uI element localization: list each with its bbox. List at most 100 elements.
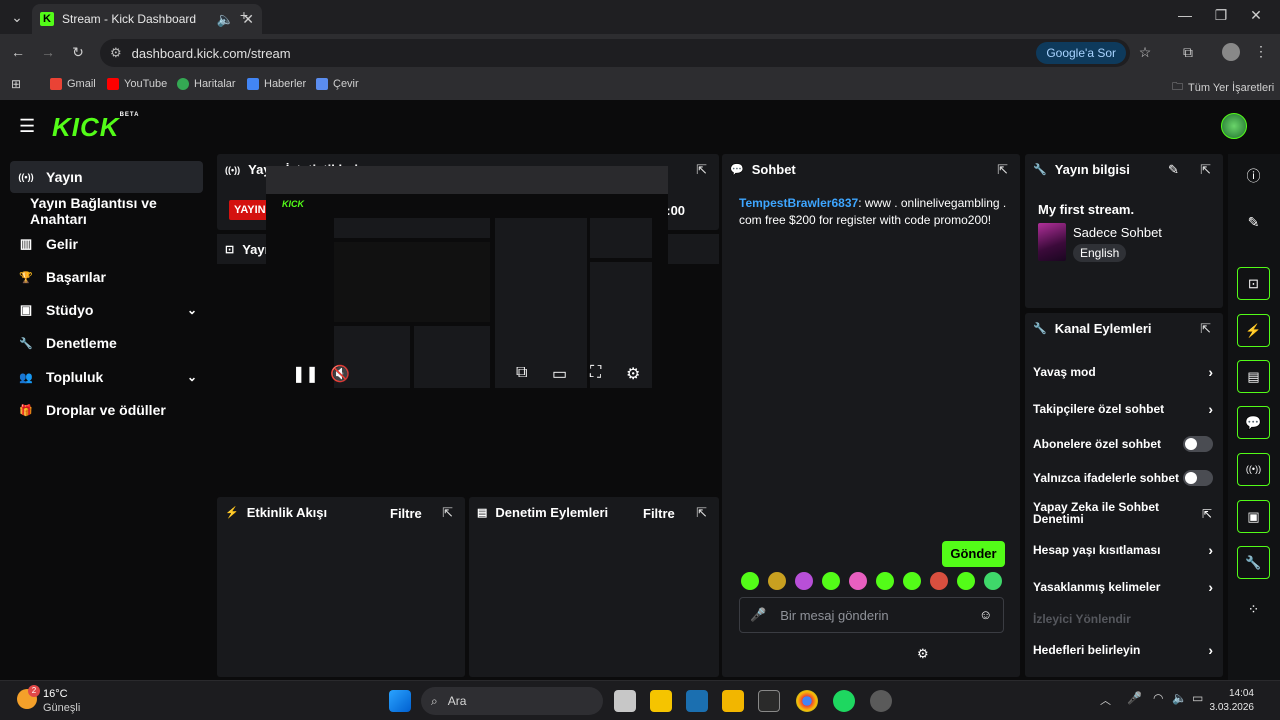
pause-icon[interactable]: ❚❚ [292,364,319,384]
sidebar-item-drops[interactable]: 🎁 Droplar ve ödüller [10,394,203,426]
steam-icon[interactable] [686,690,708,712]
task-view-icon[interactable] [614,690,636,712]
rail-activity-button[interactable]: ⚡ [1237,314,1270,347]
apps-grid-icon[interactable]: ⊞ [9,77,23,91]
action-goals[interactable]: Hedefleri belirleyin › [1033,642,1213,658]
emote-icon[interactable] [822,572,840,590]
bookmark-news[interactable]: Haberler [247,78,306,90]
rail-moderation-button[interactable]: ▤ [1237,360,1270,393]
chevron-down-icon[interactable]: ⌄ [187,303,197,317]
fullscreen-icon[interactable]: ⛶ [590,364,601,382]
action-ai-moderation[interactable]: Yapay Zeka ile Sohbet Denetimi [1033,500,1183,526]
spotify-icon[interactable] [833,690,855,712]
stream-preview-video[interactable]: KICK ❚❚ 🔇 ⧉ ▭ ⛶ ⚙ [266,166,668,392]
profile-avatar[interactable] [1222,43,1240,61]
rockstar-icon[interactable] [650,690,672,712]
mute-icon[interactable]: 🔇 [330,364,350,384]
audio-icon[interactable]: 🔈 [217,11,234,28]
microphone-icon[interactable]: 🎤 [1127,691,1142,705]
chat-message-input[interactable]: 🎤 Bir mesaj gönderin [739,597,1004,633]
settings-icon[interactable]: ⚙ [626,364,640,384]
microphone-icon[interactable]: 🎤 [750,607,766,623]
bookmark-translate[interactable]: Çevir [316,78,359,90]
sidebar-item-moderation[interactable]: 🔧 Denetleme [10,327,203,359]
popout-icon[interactable]: ⇱ [696,505,707,521]
volume-icon[interactable]: 🔈 [1172,691,1187,705]
hamburger-menu-icon[interactable]: ☰ [19,116,35,137]
info-icon[interactable]: ⓘ [1237,160,1270,193]
sidebar-item-stream[interactable]: ((•)) Yayın [10,161,203,193]
user-avatar[interactable] [1221,113,1247,139]
bookmark-youtube[interactable]: YouTube [107,78,167,90]
emote-icon[interactable] [903,572,921,590]
emote-icon[interactable] [795,572,813,590]
popout-icon[interactable]: ⇱ [997,162,1008,178]
tab-search-icon[interactable]: ⌄ [8,9,26,26]
bookmark-maps[interactable]: Haritalar [177,78,236,90]
taskbar-search[interactable]: ⌕ Ara [421,687,603,715]
chevron-down-icon[interactable]: ⌄ [187,370,197,384]
popout-icon[interactable]: ⇱ [1200,321,1211,337]
emotes-only-toggle[interactable] [1183,470,1213,486]
close-window-button[interactable]: ✕ [1248,7,1264,24]
site-info-icon[interactable]: ⚙ [110,45,122,61]
browser-tab[interactable]: K Stream - Kick Dashboard 🔈 ✕ [32,4,262,34]
sidebar-item-studio[interactable]: ▣ Stüdyo ⌄ [10,294,203,326]
all-bookmarks[interactable]: 🗀 Tüm Yer İşaretleri [1172,78,1274,97]
popout-icon[interactable]: ⇱ [1200,162,1211,178]
action-followers-only[interactable]: Takipçilere özel sohbet › [1033,401,1213,417]
epic-games-icon[interactable] [758,690,780,712]
emote-icon[interactable] [957,572,975,590]
action-banned-words[interactable]: Yasaklanmış kelimeler › [1033,579,1213,595]
extensions-icon[interactable]: ⧉ [1180,44,1196,61]
sidebar-item-community[interactable]: 👥 Topluluk ⌄ [10,361,203,393]
rail-channel-actions-button[interactable]: 🔧 [1237,546,1270,579]
theater-icon[interactable]: ▭ [552,364,567,384]
emote-icon[interactable] [849,572,867,590]
edit-pencil-icon[interactable]: ✎ [1237,206,1270,239]
taskbar-clock[interactable]: 14:04 3.03.2026 [1210,687,1255,715]
file-explorer-icon[interactable] [722,690,744,712]
add-widget-icon[interactable]: ⁘ [1237,593,1270,626]
moderation-filter-button[interactable]: Filtre [643,506,675,521]
maximize-button[interactable]: ❐ [1213,7,1229,24]
sidebar-item-stream-key[interactable]: Yayın Bağlantısı ve Anahtarı [22,195,215,227]
forward-icon[interactable]: → [40,44,56,60]
minimize-button[interactable]: — [1177,7,1193,23]
category-name[interactable]: Sadece Sohbet [1073,225,1162,240]
bookmark-gmail[interactable]: Gmail [50,78,96,90]
activity-filter-button[interactable]: Filtre [390,506,422,521]
emote-icon[interactable] [741,572,759,590]
battery-icon[interactable]: ▭ [1192,691,1203,705]
emote-icon[interactable] [876,572,894,590]
weather-widget[interactable]: 16°C Güneşli [43,687,80,715]
windows-start-icon[interactable] [389,690,411,712]
kick-logo[interactable]: KICKBETA [52,112,139,143]
url-input[interactable]: ⚙ dashboard.kick.com/stream Google'a Sor [100,39,1130,67]
app-icon[interactable] [870,690,892,712]
wifi-icon[interactable]: ◠ [1153,691,1163,705]
emoji-picker-icon[interactable]: ☺ [979,607,992,622]
emote-icon[interactable] [768,572,786,590]
ask-google-button[interactable]: Google'a Sor [1036,42,1126,64]
back-icon[interactable]: ← [10,44,26,60]
action-slow-mode[interactable]: Yavaş mod › [1033,364,1213,380]
sidebar-item-achievements[interactable]: 🏆 Başarılar [10,261,203,293]
emote-icon[interactable] [930,572,948,590]
chrome-icon[interactable] [796,690,818,712]
bookmark-star-icon[interactable]: ☆ [1137,44,1153,61]
chat-username[interactable]: TempestBrawler6837 [739,196,858,210]
rail-preview-button[interactable]: ⊡ [1237,267,1270,300]
send-button[interactable]: Gönder [942,541,1005,567]
new-tab-button[interactable]: + [236,7,252,23]
pip-icon[interactable]: ⧉ [516,364,527,382]
action-account-age[interactable]: Hesap yaşı kısıtlaması › [1033,542,1213,558]
rail-stats-button[interactable]: ((•)) [1237,453,1270,486]
subscribers-only-toggle[interactable] [1183,436,1213,452]
chat-settings-icon[interactable]: ⚙ [917,646,929,662]
edit-pencil-icon[interactable]: ✎ [1168,162,1179,178]
rail-chat-button[interactable]: 💬 [1237,406,1270,439]
emote-icon[interactable] [984,572,1002,590]
rail-stream-info-button[interactable]: ▣ [1237,500,1270,533]
sidebar-item-revenue[interactable]: ▥ Gelir [10,228,203,260]
